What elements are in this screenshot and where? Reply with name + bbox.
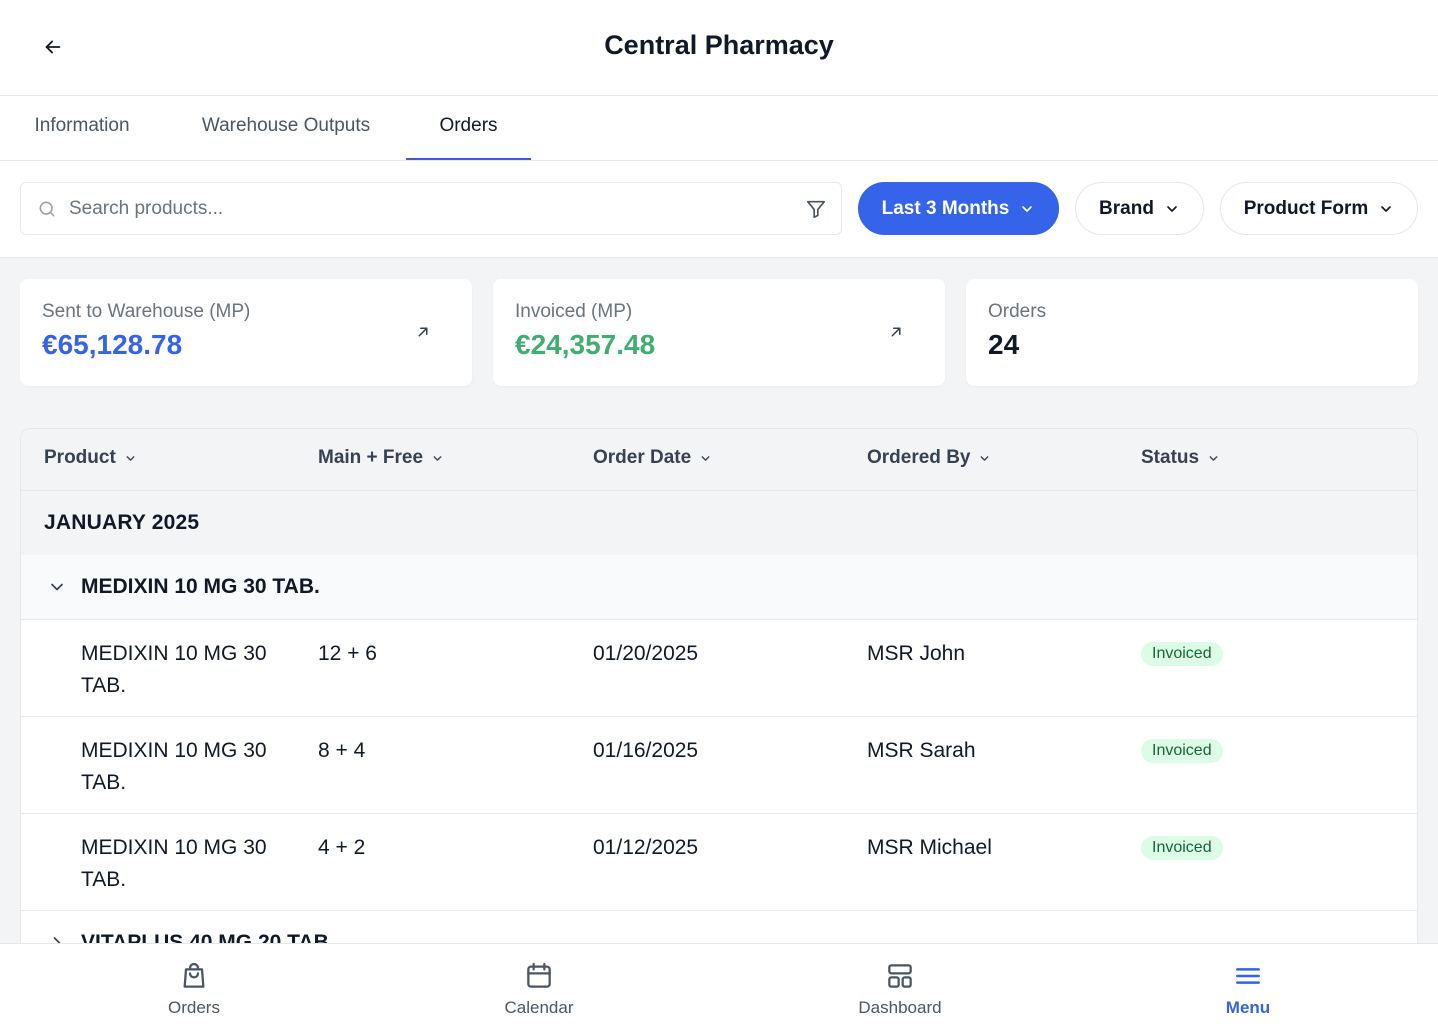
product-form-dropdown[interactable]: Product Form [1220, 182, 1418, 235]
nav-dashboard[interactable]: Dashboard [830, 960, 970, 1018]
chevron-down-icon [1209, 455, 1218, 461]
column-order-date-label: Order Date [593, 447, 692, 468]
cell-order-date: 01/20/2025 [593, 642, 699, 665]
chevron-down-icon[interactable] [47, 577, 67, 597]
sent-value: €65,128.78 [42, 329, 183, 360]
orders-label: Orders [988, 301, 1047, 322]
cell-ordered-by: MSR Sarah [867, 739, 976, 762]
invoiced-card[interactable]: Invoiced (MP) €24,357.48 [493, 279, 945, 386]
column-order-date[interactable]: Order Date [593, 447, 712, 469]
nav-orders-label: Orders [168, 998, 220, 1017]
chevron-down-icon [1381, 205, 1392, 212]
sent-label: Sent to Warehouse (MP) [42, 301, 251, 322]
status-badge: Invoiced [1141, 739, 1223, 763]
cell-product: MEDIXIN 10 MG 30 TAB. [81, 836, 267, 891]
orders-table: Product Main + Free Order Date Ordered B… [20, 428, 1418, 968]
nav-menu[interactable]: Menu [1178, 960, 1318, 1018]
brand-dropdown[interactable]: Brand [1075, 182, 1204, 235]
shopping-bag-icon [183, 962, 205, 988]
filter-bar: Last 3 Months Brand Product Form [0, 161, 1438, 258]
cell-order-date: 01/16/2025 [593, 739, 699, 762]
brand-label: Brand [1099, 197, 1154, 219]
arrow-up-right-icon[interactable] [414, 323, 432, 341]
chevron-down-icon [126, 455, 135, 461]
invoiced-value: €24,357.48 [515, 329, 656, 360]
status-badge: Invoiced [1141, 642, 1223, 666]
cell-main-free: 8 + 4 [318, 739, 366, 762]
column-product-label: Product [44, 447, 116, 468]
orders-count-card: Orders 24 [966, 279, 1418, 386]
cell-product: MEDIXIN 10 MG 30 TAB. [81, 642, 267, 697]
search-input[interactable] [69, 183, 789, 234]
arrow-up-right-icon[interactable] [887, 323, 905, 341]
tab-warehouse-outputs[interactable]: Warehouse Outputs [196, 96, 376, 160]
nav-calendar[interactable]: Calendar [469, 960, 609, 1018]
table-row[interactable]: MEDIXIN 10 MG 30 TAB. 12 + 6 01/20/2025 … [21, 620, 1417, 717]
search-box [20, 182, 842, 235]
nav-calendar-label: Calendar [504, 998, 574, 1017]
table-row[interactable]: MEDIXIN 10 MG 30 TAB. 8 + 4 01/16/2025 M… [21, 717, 1417, 814]
page-title: Central Pharmacy [604, 30, 834, 60]
column-ordered-by[interactable]: Ordered By [867, 447, 991, 469]
nav-orders[interactable]: Orders [124, 960, 264, 1018]
chevron-down-icon [701, 455, 710, 461]
bottom-nav: Orders Calendar Dashboard Menu [0, 943, 1438, 1035]
column-status-label: Status [1141, 447, 1200, 468]
column-main-free-label: Main + Free [318, 447, 424, 468]
invoiced-label: Invoiced (MP) [515, 301, 633, 322]
search-icon [39, 201, 55, 217]
chevron-down-icon [1022, 205, 1033, 212]
cell-ordered-by: MSR John [867, 642, 966, 665]
cell-main-free: 12 + 6 [318, 642, 377, 665]
cell-main-free: 4 + 2 [318, 836, 366, 859]
top-header: Central Pharmacy [0, 0, 1438, 96]
column-ordered-by-label: Ordered By [867, 447, 971, 468]
product-form-label: Product Form [1243, 197, 1369, 219]
product-group-label: MEDIXIN 10 MG 30 TAB. [81, 575, 320, 598]
column-product[interactable]: Product [44, 447, 137, 469]
column-main-free[interactable]: Main + Free [318, 447, 444, 469]
column-status[interactable]: Status [1141, 447, 1220, 469]
tab-bar: Information Warehouse Outputs Orders [0, 96, 1438, 161]
tab-orders[interactable]: Orders [406, 96, 531, 160]
cell-product: MEDIXIN 10 MG 30 TAB. [81, 739, 267, 794]
status-badge: Invoiced [1141, 836, 1223, 860]
sent-to-warehouse-card[interactable]: Sent to Warehouse (MP) €65,128.78 [20, 279, 472, 386]
date-range-dropdown[interactable]: Last 3 Months [858, 182, 1059, 235]
cell-ordered-by: MSR Michael [867, 836, 992, 859]
dashboard-icon [888, 964, 912, 988]
cell-order-date: 01/12/2025 [593, 836, 699, 859]
nav-menu-label: Menu [1225, 998, 1271, 1017]
tab-information[interactable]: Information [30, 96, 134, 160]
table-header: Product Main + Free Order Date Ordered B… [21, 429, 1417, 491]
product-group-row[interactable]: MEDIXIN 10 MG 30 TAB. [21, 555, 1417, 620]
month-label: JANUARY 2025 [44, 511, 200, 534]
chevron-down-icon [433, 455, 442, 461]
month-group-header: JANUARY 2025 [21, 491, 1417, 555]
nav-dashboard-label: Dashboard [858, 998, 942, 1017]
chevron-down-icon [981, 455, 989, 461]
filter-icon[interactable] [805, 198, 827, 220]
menu-icon [1236, 968, 1260, 984]
table-row[interactable]: MEDIXIN 10 MG 30 TAB. 4 + 2 01/12/2025 M… [21, 814, 1417, 911]
orders-value: 24 [988, 329, 1020, 360]
chevron-down-icon [1167, 205, 1177, 212]
calendar-icon [527, 962, 551, 988]
date-range-label: Last 3 Months [881, 197, 1010, 219]
